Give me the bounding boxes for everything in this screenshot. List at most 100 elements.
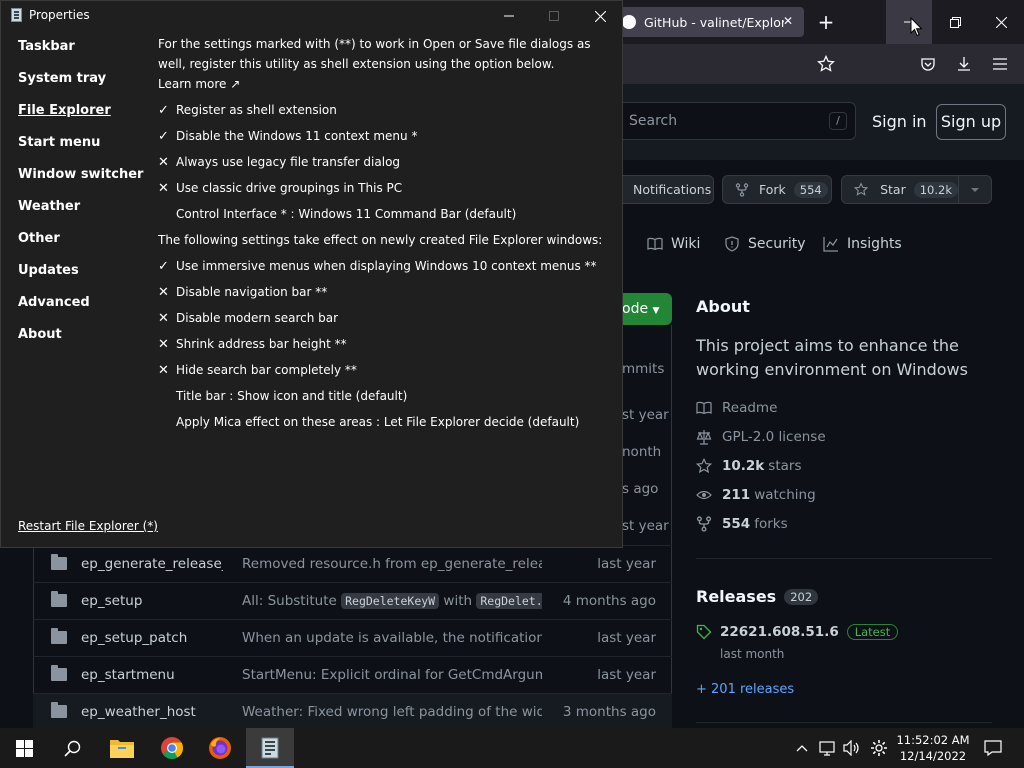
option-immersive-menus[interactable]: ✓ Use immersive menus when displaying Wi… xyxy=(158,258,597,274)
table-row[interactable]: ep_generate_release_... Removed resource… xyxy=(33,545,672,582)
file-name[interactable]: ep_setup_patch xyxy=(81,630,223,646)
tab-close-icon[interactable]: ✕ xyxy=(780,13,796,29)
option-mica-effect[interactable]: Apply Mica effect on these areas : Let F… xyxy=(158,414,579,430)
nav-about[interactable]: About xyxy=(18,327,62,342)
file-name[interactable]: ep_setup xyxy=(81,593,223,609)
volume-button[interactable] xyxy=(840,728,864,768)
nav-taskbar[interactable]: Taskbar xyxy=(18,39,75,54)
option-title-bar[interactable]: Title bar : Show icon and title (default… xyxy=(158,388,407,404)
folder-icon xyxy=(51,665,67,681)
sign-in-link[interactable]: Sign in xyxy=(872,112,927,131)
license-link[interactable]: GPL-2.0 license xyxy=(696,429,826,445)
tag-icon xyxy=(696,624,712,640)
commits-link[interactable]: mmits xyxy=(622,361,664,377)
fork-button[interactable]: Fork 554 xyxy=(722,175,832,204)
option-disable-modern-search[interactable]: ✕ Disable modern search bar xyxy=(158,310,338,326)
file-name[interactable]: ep_generate_release_... xyxy=(81,556,223,572)
cross-icon: ✕ xyxy=(158,154,169,170)
option-hide-search-bar[interactable]: ✕ Hide search bar completely ** xyxy=(158,362,357,378)
option-register-shell-extension[interactable]: ✓ Register as shell extension xyxy=(158,102,337,118)
browser-tab-github[interactable]: GitHub - valinet/ExplorerPatcher ✕ xyxy=(612,7,804,37)
nav-updates[interactable]: Updates xyxy=(18,263,79,278)
star-dropdown-button[interactable] xyxy=(958,175,992,204)
pocket-icon[interactable] xyxy=(916,52,940,76)
checkmark-icon: ✓ xyxy=(158,128,169,144)
nav-system-tray[interactable]: System tray xyxy=(18,71,106,86)
stars-link[interactable]: 10.2k stars xyxy=(696,458,801,474)
system-clock[interactable]: 11:52:02 AM 12/14/2022 xyxy=(896,732,970,764)
cross-icon: ✕ xyxy=(158,310,169,326)
table-row[interactable]: ep_startmenu StartMenu: Explicit ordinal… xyxy=(33,656,672,693)
folder-icon xyxy=(51,702,67,718)
intro-text: For the settings marked with (**) to wor… xyxy=(158,37,591,71)
more-releases-link[interactable]: + 201 releases xyxy=(696,682,794,697)
show-hidden-icons-button[interactable] xyxy=(792,728,812,768)
commit-message[interactable]: StartMenu: Explicit ordinal for GetCmdAr… xyxy=(242,667,542,683)
hamburger-menu-icon[interactable] xyxy=(988,52,1012,76)
dialog-close-button[interactable] xyxy=(577,1,623,31)
taskbar-firefox[interactable] xyxy=(196,728,244,768)
option-disable-navigation-bar[interactable]: ✕ Disable navigation bar ** xyxy=(158,284,327,300)
browser-minimize-button[interactable] xyxy=(886,0,932,44)
star-button[interactable]: Star 10.2k xyxy=(841,175,959,204)
tab-insights-label: Insights xyxy=(847,236,902,252)
downloads-icon[interactable] xyxy=(952,52,976,76)
taskbar-properties-app[interactable] xyxy=(246,728,294,768)
taskbar-chrome[interactable] xyxy=(148,728,196,768)
nav-other[interactable]: Other xyxy=(18,231,60,246)
tab-wiki[interactable]: Wiki xyxy=(647,236,700,252)
tab-security-label: Security xyxy=(748,236,806,252)
commit-message[interactable]: Weather: Fixed wrong left padding of the… xyxy=(242,704,542,720)
action-center-button[interactable] xyxy=(978,728,1008,768)
latest-badge: Latest xyxy=(846,624,899,640)
file-name[interactable]: ep_weather_host xyxy=(81,704,223,720)
option-label: Use immersive menus when displaying Wind… xyxy=(176,259,597,273)
commit-message[interactable]: All: Substitute RegDeleteKeyW with RegDe… xyxy=(242,593,542,609)
fork-icon xyxy=(696,516,712,532)
learn-more-link[interactable]: Learn more ↗ xyxy=(158,74,240,94)
about-description: This project aims to enhance the working… xyxy=(696,336,968,379)
option-disable-win11-context-menu[interactable]: ✓ Disable the Windows 11 context menu * xyxy=(158,128,417,144)
readme-link[interactable]: Readme xyxy=(696,400,777,416)
notifications-button[interactable]: Notifications xyxy=(612,175,714,204)
option-classic-drive-groupings[interactable]: ✕ Use classic drive groupings in This PC xyxy=(158,180,402,196)
search-button[interactable] xyxy=(48,728,96,768)
network-button[interactable] xyxy=(816,728,840,768)
sign-up-button[interactable]: Sign up xyxy=(936,104,1006,140)
dialog-titlebar[interactable]: Properties xyxy=(1,1,622,31)
browser-restore-button[interactable] xyxy=(932,0,978,44)
option-legacy-file-transfer[interactable]: ✕ Always use legacy file transfer dialog xyxy=(158,154,400,170)
option-shrink-address-bar[interactable]: ✕ Shrink address bar height ** xyxy=(158,336,347,352)
nav-file-explorer[interactable]: File Explorer xyxy=(18,103,111,118)
table-row[interactable]: ep_setup_patch When an update is availab… xyxy=(33,619,672,656)
table-row[interactable]: ep_weather_host Weather: Fixed wrong lef… xyxy=(33,693,672,730)
option-control-interface[interactable]: Control Interface * : Windows 11 Command… xyxy=(158,206,516,222)
commit-message[interactable]: Removed resource.h from ep_generate_rele… xyxy=(242,556,542,572)
tab-security[interactable]: Security xyxy=(724,236,806,252)
start-button[interactable] xyxy=(0,728,48,768)
nav-start-menu[interactable]: Start menu xyxy=(18,135,100,150)
bookmark-star-icon[interactable] xyxy=(814,52,838,76)
network-icon xyxy=(819,741,835,756)
nav-window-switcher[interactable]: Window switcher xyxy=(18,167,143,182)
new-tab-button[interactable]: + xyxy=(814,10,838,34)
nav-weather[interactable]: Weather xyxy=(18,199,80,214)
chrome-icon xyxy=(161,737,183,759)
taskbar-file-explorer[interactable] xyxy=(98,728,146,768)
tab-insights[interactable]: Insights xyxy=(823,236,902,252)
browser-close-button[interactable] xyxy=(978,0,1024,44)
commit-message[interactable]: When an update is available, the notific… xyxy=(242,630,542,646)
nav-advanced[interactable]: Advanced xyxy=(18,295,90,310)
releases-heading[interactable]: Releases 202 xyxy=(696,587,819,606)
table-row[interactable]: ep_setup All: Substitute RegDeleteKeyW w… xyxy=(33,582,672,619)
github-search-input[interactable]: Search / xyxy=(614,102,856,140)
settings-button[interactable] xyxy=(866,728,892,768)
dialog-minimize-button[interactable] xyxy=(486,1,532,31)
code-button-label: ode xyxy=(622,301,649,317)
forks-link[interactable]: 554 forks xyxy=(696,516,788,532)
latest-release-link[interactable]: 22621.608.51.6 Latest xyxy=(696,624,899,640)
watching-label: watching xyxy=(754,487,816,503)
watching-link[interactable]: 211 watching xyxy=(696,487,816,503)
restart-explorer-link[interactable]: Restart File Explorer (*) xyxy=(18,519,158,533)
file-name[interactable]: ep_startmenu xyxy=(81,667,223,683)
